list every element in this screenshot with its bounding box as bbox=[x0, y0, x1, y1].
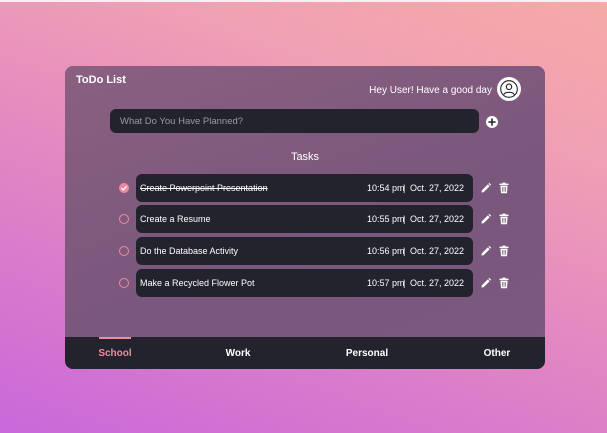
app-title: ToDo List bbox=[76, 74, 126, 86]
delete-task-button[interactable] bbox=[498, 276, 510, 289]
task-time: 10:56 pm bbox=[367, 246, 405, 256]
delete-task-button[interactable] bbox=[498, 181, 510, 194]
task-item: Do the Database Activity 10:56 pm | Oct. 27… bbox=[136, 237, 473, 265]
task-row: Create a Resume 10:55 pm | Oct. 27, 2022 bbox=[118, 205, 518, 233]
todo-app-card: ToDo List Hey User! Have a good day What… bbox=[65, 66, 545, 369]
edit-task-button[interactable] bbox=[480, 181, 492, 193]
trash-icon bbox=[498, 212, 510, 230]
edit-task-button[interactable] bbox=[480, 244, 492, 256]
task-time: 10:55 pm bbox=[367, 214, 405, 224]
task-row: Make a Recycled Flower Pot 10:57 pm | Oct. … bbox=[118, 269, 518, 297]
task-date: Oct. 27, 2022 bbox=[410, 246, 465, 256]
category-tab-bar: School Work Personal Other bbox=[65, 337, 545, 369]
tab-work[interactable]: Work bbox=[210, 337, 266, 369]
pencil-icon bbox=[480, 244, 492, 262]
task-time: 10:54 pm bbox=[367, 183, 405, 193]
pencil-icon bbox=[480, 181, 492, 199]
task-separator: | bbox=[403, 214, 406, 224]
greeting-text: Hey User! Have a good day bbox=[369, 85, 492, 96]
tab-other[interactable]: Other bbox=[469, 337, 525, 369]
task-row: Do the Database Activity 10:56 pm | Oct. 27… bbox=[118, 237, 518, 265]
task-row: Create Powerpoint Presentation 10:54 pm | O… bbox=[118, 174, 518, 202]
task-separator: | bbox=[403, 183, 406, 193]
task-separator: | bbox=[403, 278, 406, 288]
plus-circle-icon bbox=[488, 118, 496, 126]
page-frame-edge bbox=[0, 0, 607, 2]
user-icon bbox=[500, 80, 518, 98]
task-checkbox[interactable] bbox=[119, 278, 129, 288]
task-time: 10:57 pm bbox=[367, 278, 405, 288]
checkmark-icon bbox=[120, 184, 128, 192]
pencil-icon bbox=[480, 212, 492, 230]
task-input-placeholder: What Do You Have Planned? bbox=[120, 115, 244, 127]
trash-icon bbox=[498, 276, 510, 294]
pencil-icon bbox=[480, 276, 492, 294]
task-item: Create Powerpoint Presentation 10:54 pm | O… bbox=[136, 174, 473, 202]
delete-task-button[interactable] bbox=[498, 212, 510, 225]
task-item: Create a Resume 10:55 pm | Oct. 27, 2022 bbox=[136, 205, 473, 233]
edit-task-button[interactable] bbox=[480, 276, 492, 288]
add-task-button[interactable] bbox=[486, 116, 498, 128]
task-name: Create Powerpoint Presentation bbox=[140, 183, 268, 193]
task-item: Make a Recycled Flower Pot 10:57 pm | Oct. … bbox=[136, 269, 473, 297]
trash-icon bbox=[498, 244, 510, 262]
tab-personal[interactable]: Personal bbox=[333, 337, 401, 369]
trash-icon bbox=[498, 181, 510, 199]
task-separator: | bbox=[403, 246, 406, 256]
task-checkbox[interactable] bbox=[119, 183, 129, 193]
task-date: Oct. 27, 2022 bbox=[410, 214, 465, 224]
task-name: Do the Database Activity bbox=[140, 246, 239, 256]
task-input[interactable]: What Do You Have Planned? bbox=[110, 109, 479, 133]
task-checkbox[interactable] bbox=[119, 214, 129, 224]
delete-task-button[interactable] bbox=[498, 244, 510, 257]
task-date: Oct. 27, 2022 bbox=[410, 183, 465, 193]
task-name: Make a Recycled Flower Pot bbox=[140, 278, 255, 288]
edit-task-button[interactable] bbox=[480, 212, 492, 224]
task-date: Oct. 27, 2022 bbox=[410, 278, 465, 288]
avatar[interactable] bbox=[497, 77, 521, 101]
tasks-heading: Tasks bbox=[290, 151, 320, 163]
task-checkbox[interactable] bbox=[119, 246, 129, 256]
tab-school[interactable]: School bbox=[87, 337, 143, 369]
task-name: Create a Resume bbox=[140, 214, 211, 224]
